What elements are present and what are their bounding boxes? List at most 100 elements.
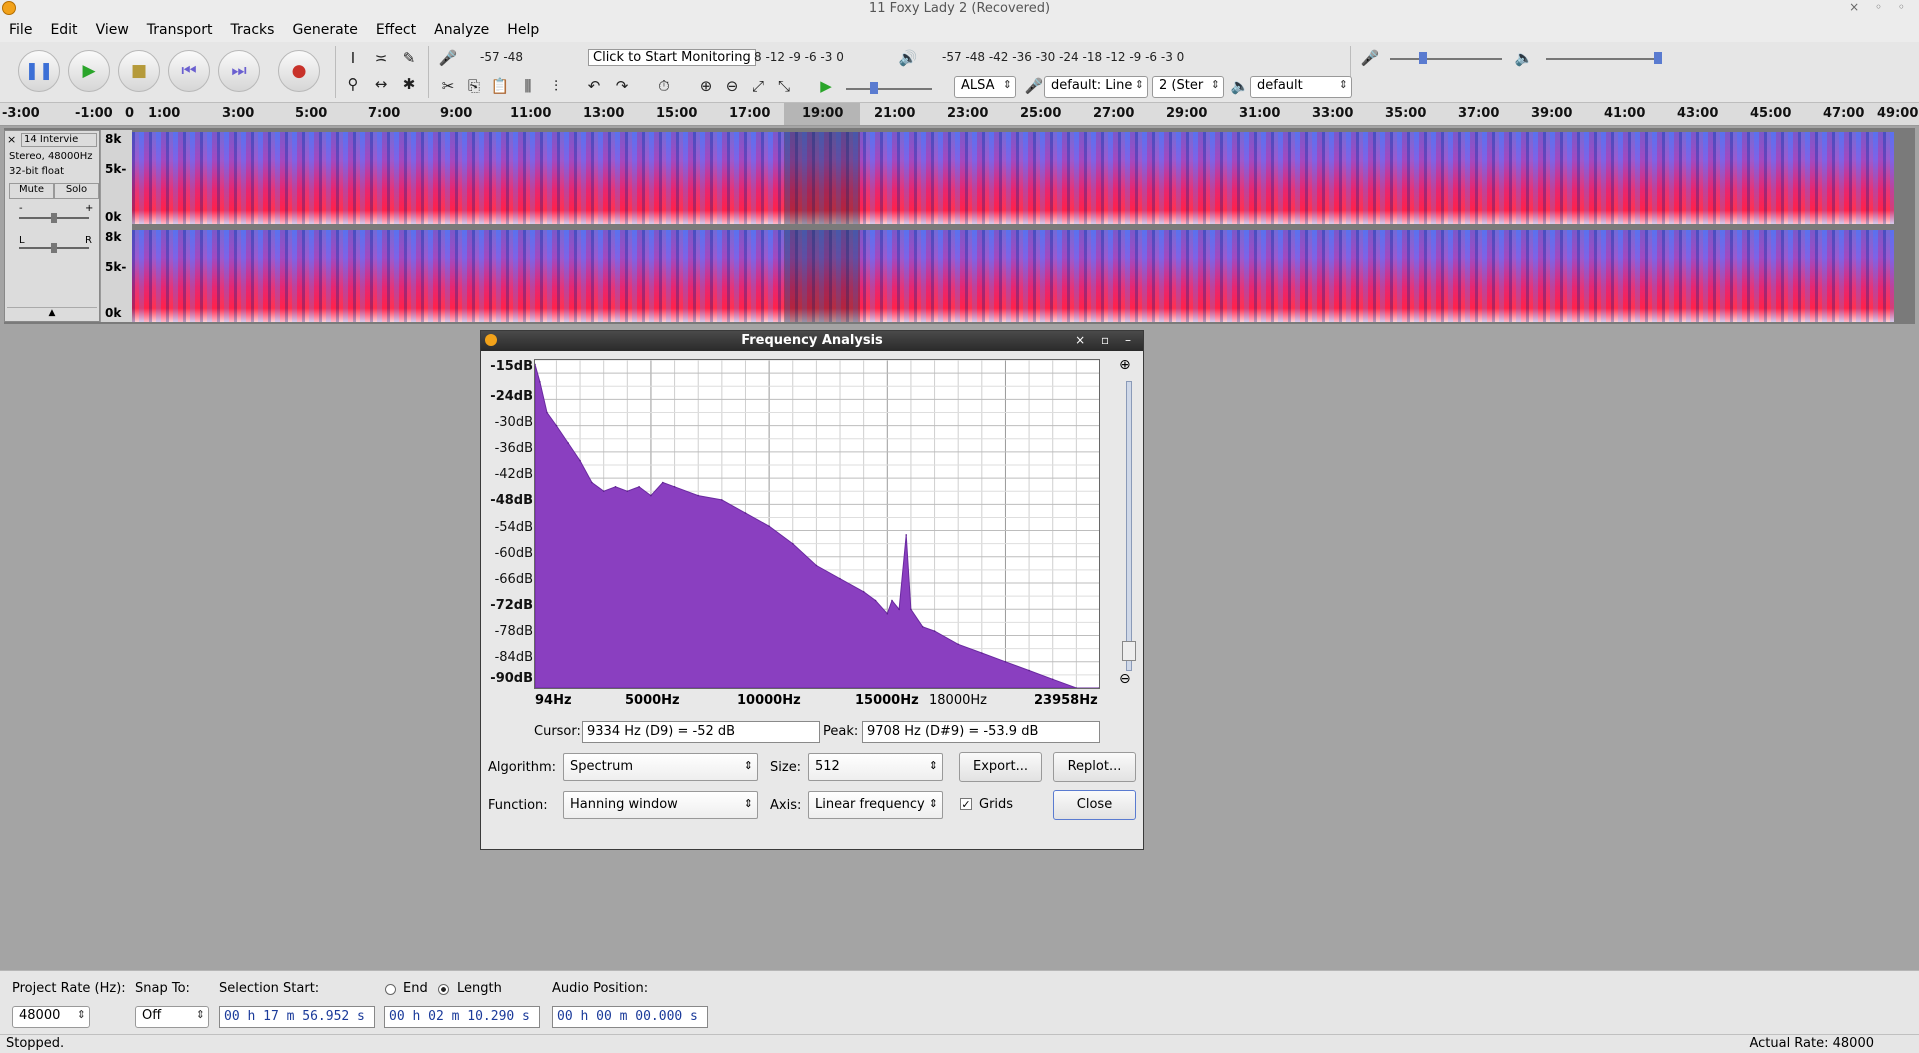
dialog-window-controls[interactable]: × ▫ – <box>1075 333 1137 347</box>
cut-icon[interactable]: ✂ <box>436 74 460 98</box>
audio-host-select[interactable]: ALSA <box>954 76 1016 98</box>
end-label: End <box>403 981 428 996</box>
zoom-tool-icon[interactable]: ⚲ <box>341 72 365 96</box>
selection-tool-icon[interactable]: I <box>341 46 365 70</box>
recording-device-icon: 🎤 <box>1024 77 1044 95</box>
length-radio[interactable] <box>438 984 449 995</box>
menu-effect[interactable]: Effect <box>367 22 425 38</box>
menu-help[interactable]: Help <box>498 22 548 38</box>
record-meter-scale: -57 -48 <box>480 50 524 64</box>
menu-edit[interactable]: Edit <box>41 22 86 38</box>
menu-transport[interactable]: Transport <box>138 22 222 38</box>
dialog-app-icon <box>485 334 497 346</box>
menu-view[interactable]: View <box>87 22 138 38</box>
mute-button[interactable]: Mute <box>9 183 54 199</box>
copy-icon[interactable]: ⎘ <box>462 74 486 98</box>
draw-tool-icon[interactable]: ✎ <box>397 46 421 70</box>
spectrum-point <box>1004 661 1007 663</box>
solo-button[interactable]: Solo <box>54 183 99 199</box>
zoom-slider[interactable] <box>1126 381 1132 671</box>
spectrum-plot[interactable] <box>534 359 1100 689</box>
record-volume-slider[interactable] <box>1390 58 1502 60</box>
function-select[interactable]: Hanning window ⇕ <box>563 791 758 819</box>
fit-selection-icon[interactable]: ⤢ <box>746 74 770 98</box>
playback-volume-slider[interactable] <box>1546 58 1658 60</box>
skip-to-start-button[interactable]: ⏮ <box>168 50 210 92</box>
menu-analyze[interactable]: Analyze <box>425 22 498 38</box>
gain-thumb[interactable] <box>51 213 57 223</box>
close-button[interactable]: Close <box>1053 790 1136 820</box>
sync-lock-icon[interactable]: ⏱ <box>652 74 676 98</box>
play-button[interactable]: ▶ <box>68 50 110 92</box>
zoom-in-icon[interactable]: ⊕ <box>694 74 718 98</box>
zoom-out-icon[interactable]: ⊖ <box>720 74 744 98</box>
snap-to-select[interactable]: Off <box>135 1006 209 1028</box>
zoom-in-icon[interactable]: ⊕ <box>1119 357 1131 373</box>
channels-select[interactable]: 2 (Ster <box>1152 76 1224 98</box>
timeshift-tool-icon[interactable]: ↔ <box>369 72 393 96</box>
record-meter-icon[interactable]: 🎤 <box>436 46 460 70</box>
playback-volume-thumb[interactable] <box>1654 52 1662 64</box>
grids-checkbox[interactable]: ✓ <box>960 798 972 810</box>
separator <box>428 46 429 98</box>
pause-button[interactable]: ❚❚ <box>18 50 60 92</box>
recording-device-select[interactable]: default: Line <box>1044 76 1148 98</box>
menu-tracks[interactable]: Tracks <box>222 22 284 38</box>
speaker-volume-icon: 🔈 <box>1514 49 1534 67</box>
record-button[interactable]: ● <box>278 50 320 92</box>
multi-tool-icon[interactable]: ✱ <box>397 72 421 96</box>
selection-start-time[interactable]: 00 h 17 m 56.952 s <box>219 1006 375 1028</box>
axis-select[interactable]: Linear frequency ⇕ <box>808 791 943 819</box>
spectrum-point <box>891 599 893 602</box>
window-controls[interactable]: × ◦ ◦ <box>1849 0 1911 14</box>
playback-device-select[interactable]: default <box>1250 76 1352 98</box>
zoom-slider-thumb[interactable] <box>1122 641 1136 661</box>
skip-to-end-button[interactable]: ⏭ <box>218 50 260 92</box>
envelope-tool-icon[interactable]: ≍ <box>369 46 393 70</box>
play-speed-thumb[interactable] <box>870 82 878 94</box>
ruler-label: 9:00 <box>440 106 473 121</box>
project-rate-select[interactable]: 48000 <box>12 1006 90 1028</box>
track-name-menu[interactable]: 14 Intervie <box>21 133 97 147</box>
collapse-track-icon[interactable]: ▲ <box>7 307 97 320</box>
spectrum-point <box>910 608 912 611</box>
cursor-label: Cursor: <box>534 724 581 739</box>
stop-button[interactable]: ■ <box>118 50 160 92</box>
function-label: Function: <box>488 798 548 813</box>
redo-icon[interactable]: ↷ <box>610 74 634 98</box>
y-tick-label: -36dB <box>494 441 533 456</box>
ruler-label: 1:00 <box>148 106 181 121</box>
replot-button[interactable]: Replot... <box>1053 752 1136 782</box>
play-speed-slider[interactable] <box>846 88 932 90</box>
spectrum-point <box>905 534 907 536</box>
silence-icon[interactable]: ⫶ <box>544 74 568 98</box>
pan-thumb[interactable] <box>51 243 57 253</box>
spectrum-point <box>1028 669 1030 672</box>
end-radio[interactable] <box>385 984 396 995</box>
timeline-ruler[interactable]: -3:00 -1:00 0 1:00 3:00 5:00 7:00 9:00 1… <box>0 103 1919 126</box>
spectrum-point <box>579 459 581 462</box>
size-select[interactable]: 512 ⇕ <box>808 753 943 781</box>
undo-icon[interactable]: ↶ <box>582 74 606 98</box>
zoom-out-icon[interactable]: ⊖ <box>1119 671 1131 687</box>
spectrum-point <box>697 494 699 497</box>
close-track-icon[interactable]: × <box>7 133 16 146</box>
play-at-speed-icon[interactable]: ▶ <box>814 74 838 98</box>
playback-meter-icon[interactable]: 🔊 <box>896 46 920 70</box>
fit-project-icon[interactable]: ⤡ <box>772 74 796 98</box>
menu-generate[interactable]: Generate <box>283 22 366 38</box>
spectrum-point <box>744 512 747 514</box>
spectrogram-right-channel[interactable] <box>132 230 1894 322</box>
paste-icon[interactable]: 📋 <box>488 74 512 98</box>
record-volume-thumb[interactable] <box>1419 52 1427 64</box>
menu-file[interactable]: File <box>0 22 41 38</box>
chevron-updown-icon: ⇕ <box>743 797 753 810</box>
export-button[interactable]: Export... <box>959 752 1042 782</box>
audio-position-time[interactable]: 00 h 00 m 00.000 s <box>552 1006 708 1028</box>
spectrum-point <box>768 525 770 527</box>
selection-length-time[interactable]: 00 h 02 m 10.290 s <box>384 1006 540 1028</box>
spectrogram-left-channel[interactable] <box>132 132 1894 224</box>
trim-icon[interactable]: ⫼ <box>516 74 540 98</box>
algorithm-select[interactable]: Spectrum ⇕ <box>563 753 758 781</box>
start-monitoring-button[interactable]: Click to Start Monitoring <box>588 49 756 66</box>
